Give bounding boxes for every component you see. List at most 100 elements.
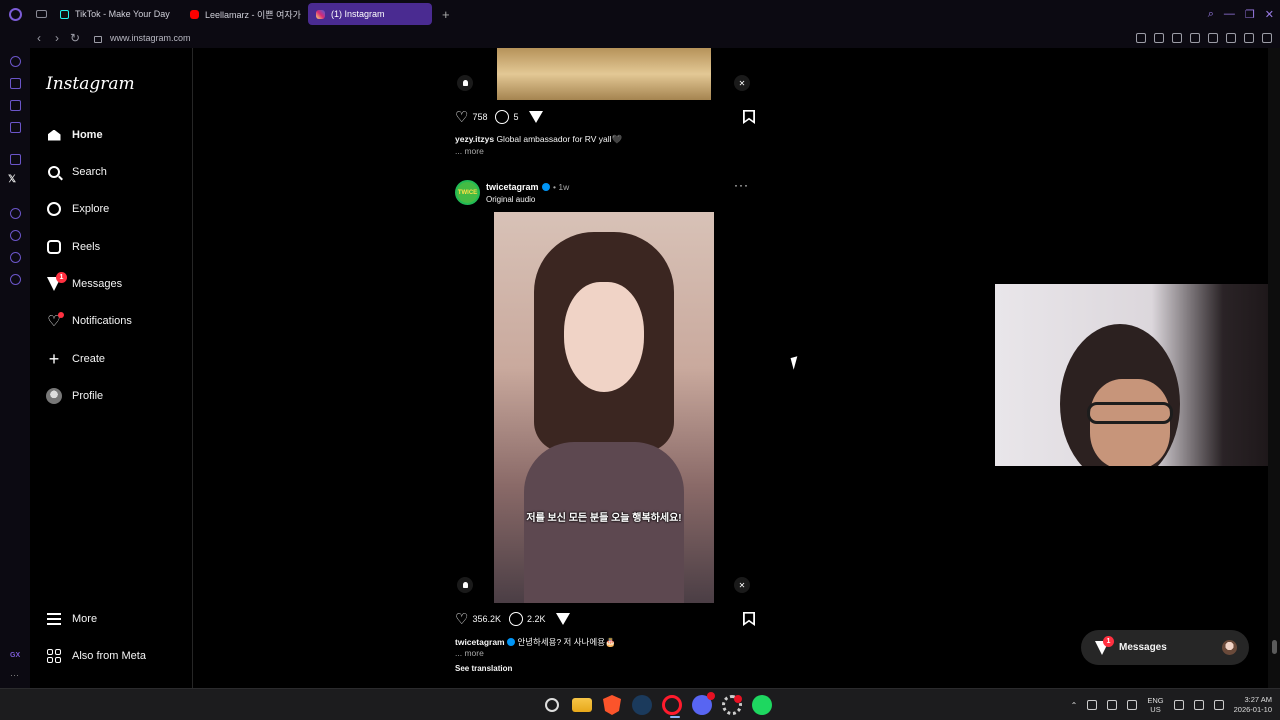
hot-tabs-icon[interactable] xyxy=(10,100,21,111)
battery-icon[interactable] xyxy=(1213,700,1224,710)
twitch-icon[interactable] xyxy=(10,154,21,165)
extensions-icon[interactable] xyxy=(10,252,21,263)
tab-instagram[interactable]: (1) Instagram xyxy=(308,3,432,25)
plus-icon: + xyxy=(48,349,60,369)
new-tab-button[interactable]: + xyxy=(436,7,456,22)
comment-icon[interactable] xyxy=(508,612,523,626)
settings-icon[interactable] xyxy=(722,695,742,715)
video-subtitle: 저를 보신 모든 분들 오늘 행복하세요! xyxy=(526,513,682,524)
minimize-button[interactable]: — xyxy=(1224,8,1235,20)
search-icon[interactable] xyxy=(545,698,559,712)
caption-username[interactable]: twicetagram xyxy=(455,637,505,647)
post-image xyxy=(497,48,711,100)
bookmark-icon[interactable] xyxy=(743,110,755,124)
url-field[interactable]: www.instagram.com xyxy=(110,33,191,43)
pin-icon[interactable] xyxy=(1136,33,1146,43)
volume-icon[interactable] xyxy=(1193,700,1204,710)
nav-profile[interactable]: Profile xyxy=(46,382,103,410)
file-explorer-icon[interactable] xyxy=(572,698,592,712)
scrollbar[interactable] xyxy=(1268,48,1280,688)
like-icon[interactable]: ♡ xyxy=(455,612,468,627)
history-icon[interactable] xyxy=(10,230,21,241)
instagram-logo[interactable]: Instagram xyxy=(46,74,135,94)
x-twitter-icon[interactable]: 𝕏 xyxy=(8,174,16,185)
forward-button[interactable]: › xyxy=(48,31,66,45)
nav-label: More xyxy=(72,613,98,625)
sidebar-more-icon[interactable]: ··· xyxy=(10,670,19,680)
steam-icon[interactable] xyxy=(632,695,652,715)
nav-messages[interactable]: 1 Messages xyxy=(46,270,122,298)
tagged-people-icon[interactable] xyxy=(457,577,473,593)
nav-home[interactable]: Home xyxy=(46,121,103,149)
nav-notifications[interactable]: ♡ Notifications xyxy=(46,307,132,335)
floating-messages-button[interactable]: 1 Messages xyxy=(1081,630,1249,665)
more-options-icon[interactable]: ··· xyxy=(734,178,749,192)
settings-icon[interactable] xyxy=(10,274,21,285)
clock[interactable]: 3:27 AM 2026-01-10 xyxy=(1234,695,1272,715)
lock-icon[interactable] xyxy=(94,35,102,43)
comment-icon[interactable] xyxy=(495,110,510,124)
windows-start-icon[interactable] xyxy=(512,695,532,715)
caption-username[interactable]: yezy.itzys xyxy=(455,134,494,144)
like-count: 356.2K xyxy=(472,614,501,624)
nav-reels[interactable]: Reels xyxy=(46,233,100,261)
easy-setup-icon[interactable] xyxy=(1262,33,1272,43)
snapshot-icon[interactable] xyxy=(1154,33,1164,43)
heart-icon[interactable] xyxy=(1208,33,1218,43)
mail-icon[interactable] xyxy=(10,122,21,133)
audio-link[interactable]: Original audio xyxy=(486,195,535,204)
microphone-icon[interactable] xyxy=(1127,700,1138,710)
sync-icon[interactable] xyxy=(1107,700,1118,710)
wallet-icon[interactable] xyxy=(1226,33,1236,43)
nav-search[interactable]: Search xyxy=(46,158,107,186)
onedrive-icon[interactable] xyxy=(1087,700,1098,710)
like-count: 758 xyxy=(472,112,488,122)
close-button[interactable]: ✕ xyxy=(1265,8,1274,21)
mute-icon[interactable]: ✕ xyxy=(734,577,750,593)
bookmark-icon[interactable] xyxy=(743,612,755,626)
nav-create[interactable]: + Create xyxy=(46,345,105,373)
player-icon[interactable] xyxy=(10,208,21,219)
clock-time: 3:27 AM xyxy=(1244,695,1272,704)
nav-more[interactable]: More xyxy=(46,605,97,633)
spotify-icon[interactable] xyxy=(752,695,772,715)
tab-tiktok[interactable]: TikTok - Make Your Day xyxy=(52,3,178,25)
chevron-up-icon[interactable]: ⌃ xyxy=(1071,701,1078,710)
comment-count: 5 xyxy=(513,112,519,122)
caption-more-link[interactable]: ... more xyxy=(455,146,484,156)
share-icon[interactable] xyxy=(555,613,570,625)
nav-label: Reels xyxy=(72,241,101,253)
post-username[interactable]: twicetagram xyxy=(486,182,539,192)
brave-icon[interactable] xyxy=(603,695,621,715)
language-indicator[interactable]: ENG US xyxy=(1147,696,1163,714)
workspaces-icon[interactable] xyxy=(30,0,52,28)
like-icon[interactable]: ♡ xyxy=(455,110,468,125)
see-translation-link[interactable]: See translation xyxy=(455,664,512,673)
caption-more-link[interactable]: ... more xyxy=(455,648,484,658)
gx-control-icon[interactable] xyxy=(10,56,21,67)
scrollbar-thumb[interactable] xyxy=(1272,640,1277,654)
share-icon[interactable] xyxy=(528,111,543,123)
nav-also-from-meta[interactable]: Also from Meta xyxy=(46,642,146,670)
shield-icon[interactable] xyxy=(1172,33,1182,43)
tagged-people-icon[interactable] xyxy=(457,75,473,91)
post-media-previous[interactable]: ✕ xyxy=(448,48,760,100)
opera-gx-logo-icon[interactable] xyxy=(0,0,30,28)
player-icon[interactable] xyxy=(1190,33,1200,43)
search-tabs-icon[interactable]: ⌕ xyxy=(1208,8,1214,21)
opera-gx-icon[interactable] xyxy=(662,695,682,718)
avatar[interactable]: TWICE xyxy=(455,180,480,205)
download-icon[interactable] xyxy=(1244,33,1254,43)
compass-icon xyxy=(46,201,62,217)
reload-button[interactable]: ↻ xyxy=(66,31,84,45)
maximize-button[interactable]: ❐ xyxy=(1245,8,1255,21)
post-media[interactable]: 저를 보신 모든 분들 오늘 행복하세요! ✕ xyxy=(448,212,760,603)
back-button[interactable]: ‹ xyxy=(30,31,48,45)
discord-icon[interactable] xyxy=(692,692,715,715)
avatar-text: TWICE xyxy=(457,189,478,196)
wifi-icon[interactable] xyxy=(1173,700,1184,710)
mute-icon[interactable]: ✕ xyxy=(734,75,750,91)
gx-corner-icon[interactable] xyxy=(10,78,21,89)
tab-youtube[interactable]: Leellamarz - 이쁜 여자가 xyxy=(182,3,304,25)
nav-explore[interactable]: Explore xyxy=(46,195,109,223)
